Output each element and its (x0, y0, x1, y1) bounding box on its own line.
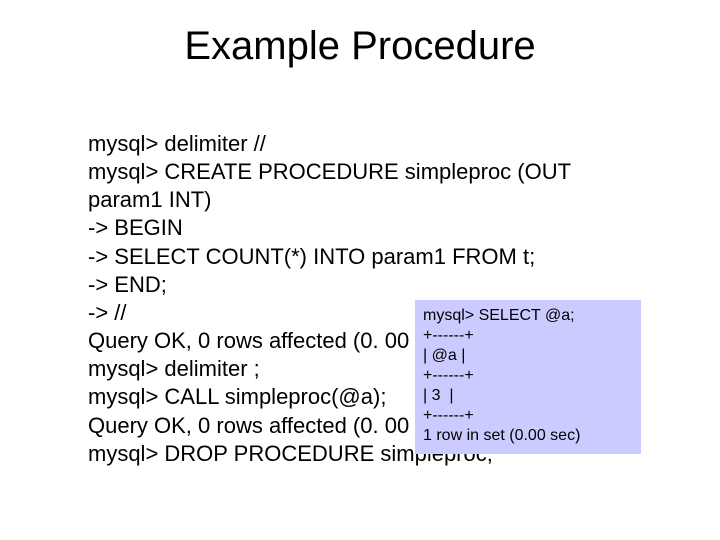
result-line: | @a | (423, 346, 633, 366)
code-line: mysql> CREATE PROCEDURE simpleproc (OUT (88, 158, 648, 186)
result-line: 1 row in set (0.00 sec) (423, 426, 633, 446)
result-line: +------+ (423, 326, 633, 346)
code-line: -> BEGIN (88, 214, 648, 242)
result-line: mysql> SELECT @a; (423, 306, 633, 326)
code-line: mysql> delimiter // (88, 130, 648, 158)
code-line: param1 INT) (88, 186, 648, 214)
result-line: | 3 | (423, 386, 633, 406)
slide: Example Procedure mysql> delimiter // my… (0, 0, 720, 540)
result-line: +------+ (423, 366, 633, 386)
slide-title: Example Procedure (0, 24, 720, 69)
result-overlay: mysql> SELECT @a; +------+ | @a | +-----… (415, 300, 641, 454)
result-line: +------+ (423, 406, 633, 426)
code-line: -> SELECT COUNT(*) INTO param1 FROM t; (88, 243, 648, 271)
code-line: -> END; (88, 271, 648, 299)
